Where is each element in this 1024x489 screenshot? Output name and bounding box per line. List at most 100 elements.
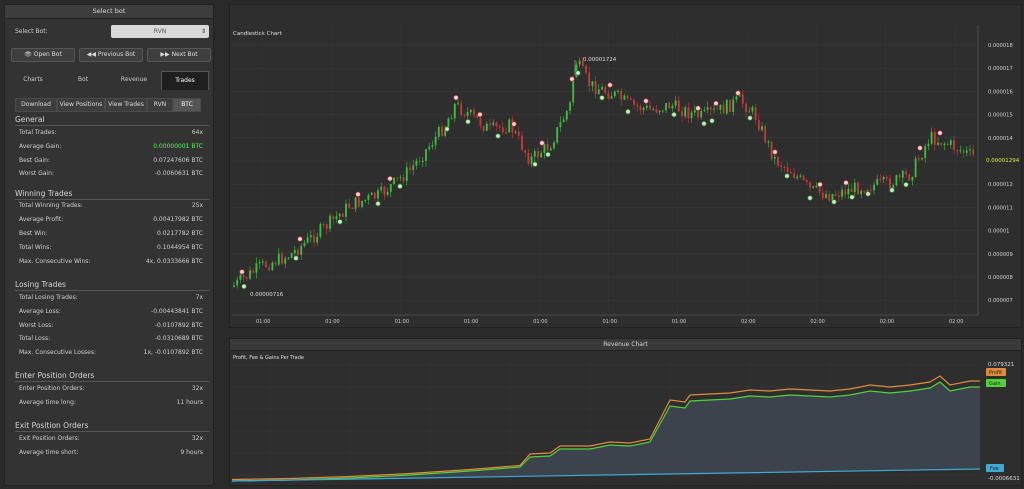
candle-body <box>857 182 859 195</box>
candle-body <box>537 151 539 158</box>
candle-body <box>825 194 827 198</box>
fee-tag-label: Fee <box>990 466 999 472</box>
candle-body <box>357 197 360 207</box>
candle-body <box>869 190 872 192</box>
y-tick-label: 0.00001 <box>988 229 1009 235</box>
candle-body <box>309 235 312 238</box>
candle-body <box>601 87 603 90</box>
previous-bot-button[interactable]: ◀◀ Previous Bot <box>79 48 143 62</box>
candle-body <box>837 195 840 197</box>
subtab-rvn[interactable]: RVN <box>147 98 173 112</box>
candle-body <box>930 132 933 144</box>
revenue-chart[interactable]: Profit, Fee & Gains Per Trade 0.079321 -… <box>230 351 1021 485</box>
stat-label: Max. Consecutive Wins: <box>19 258 91 265</box>
candle-body <box>953 140 955 150</box>
candlestick-chart-panel: Candlestick Chart 0.000018 0.000017 0.0000… <box>229 4 1022 328</box>
stat-label: Total Loss: <box>19 335 51 342</box>
candle-body <box>796 176 799 179</box>
sell-marker <box>453 94 459 101</box>
candle-body <box>370 192 373 196</box>
candle-body <box>255 263 258 273</box>
candle-body <box>457 103 459 105</box>
candle-body <box>706 107 709 110</box>
candle-body <box>713 108 715 110</box>
sell-marker <box>477 111 483 118</box>
divider <box>15 431 209 432</box>
candle-body <box>642 107 645 111</box>
candle-body <box>805 179 808 183</box>
exit-orders-heading: Exit Position Orders <box>15 421 89 430</box>
candle-body <box>578 60 581 65</box>
candle-body <box>428 146 431 150</box>
candle-body <box>924 146 927 159</box>
current-price-label: 0.00001294 <box>986 158 1020 164</box>
stat-label: Best Gain: <box>19 157 51 164</box>
candle-body <box>421 160 424 163</box>
subtab-btc[interactable]: BTC <box>173 98 201 112</box>
candle-body <box>383 187 386 195</box>
y-tick-label: 0.000015 <box>988 113 1013 119</box>
open-bot-button[interactable]: 👁 Open Bot <box>11 48 75 62</box>
candle-body <box>661 110 664 112</box>
candle-body <box>850 188 853 193</box>
losing-heading: Losing Trades <box>15 280 66 289</box>
candle-body <box>268 267 271 271</box>
candle-body <box>450 118 453 120</box>
candle-body <box>386 191 389 195</box>
candlestick-chart[interactable]: Candlestick Chart 0.0000180.0000170.0000… <box>230 5 1021 327</box>
candle-body <box>405 167 408 182</box>
select-bot-value: RVN <box>153 28 167 35</box>
subtab-view-trades[interactable]: View Trades <box>105 98 147 112</box>
candle-body <box>393 177 395 185</box>
select-bot-dropdown[interactable]: RVN ⇕ <box>111 25 209 38</box>
candle-body <box>332 215 335 219</box>
tab-trades[interactable]: Trades <box>161 71 209 90</box>
buy-marker <box>784 173 790 179</box>
stat-label: Enter Position Orders: <box>19 385 85 392</box>
candle-body <box>882 176 885 180</box>
candle-body <box>885 176 888 179</box>
candle-body <box>239 275 242 280</box>
candle-body <box>284 258 287 264</box>
candle-body <box>277 253 280 265</box>
sell-marker <box>713 100 719 107</box>
candle-body <box>767 141 770 143</box>
candle-body <box>377 190 379 199</box>
stat-label: Max. Consecutive Losses: <box>19 349 96 356</box>
candle-body <box>441 126 443 136</box>
candle-body <box>281 253 283 264</box>
buy-marker <box>831 199 837 205</box>
x-tick-label: 02:00 <box>880 319 894 325</box>
tab-bot[interactable]: Bot <box>59 71 107 89</box>
candle-body <box>322 224 325 226</box>
candle-body <box>649 105 651 110</box>
candle-body <box>325 224 328 229</box>
candle-body <box>514 131 517 133</box>
candle-body <box>946 143 949 146</box>
sell-marker <box>355 191 361 198</box>
candle-body <box>700 110 703 118</box>
y-tick-label: 0.000008 <box>988 275 1013 281</box>
subtab-view-positions[interactable]: View Positions <box>57 98 105 112</box>
candle-body <box>620 90 623 100</box>
candle-body <box>562 119 565 123</box>
buy-marker <box>701 120 707 127</box>
candle-body <box>565 110 568 120</box>
x-tick-label: 02:00 <box>741 319 755 325</box>
tab-charts[interactable]: Charts <box>9 71 57 89</box>
candle-body <box>258 261 261 264</box>
candle-body <box>402 177 405 182</box>
subtab-download[interactable]: Download <box>15 98 57 112</box>
buy-marker <box>575 70 581 76</box>
candle-body <box>677 100 680 112</box>
tab-revenue[interactable]: Revenue <box>109 71 159 89</box>
candle-body <box>354 197 357 209</box>
next-bot-button[interactable]: ▶▶ Next Bot <box>147 48 211 62</box>
candle-body <box>482 126 485 131</box>
candle-body <box>639 106 642 111</box>
candle-body <box>812 186 815 188</box>
candle-body <box>316 236 319 243</box>
candle-body <box>236 279 239 286</box>
y-tick-label: 0.000014 <box>988 136 1013 142</box>
candle-body <box>396 177 399 179</box>
